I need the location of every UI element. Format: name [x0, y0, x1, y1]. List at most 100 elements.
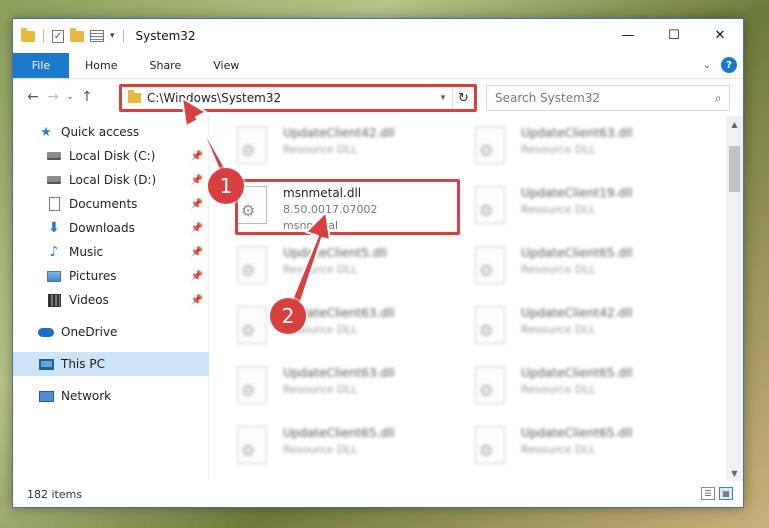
file-name: UpdateClient65.dll	[521, 246, 633, 260]
sidebar-item-local-disk-c[interactable]: Local Disk (C:) 📌	[13, 144, 209, 168]
pin-icon[interactable]: 📌	[191, 199, 203, 210]
star-icon: ★	[40, 124, 52, 140]
file-tile[interactable]: UpdateClient65.dll Resource DLL	[461, 420, 687, 472]
dll-file-icon	[475, 306, 505, 344]
file-name: UpdateClient42.dll	[283, 126, 395, 140]
dll-file-icon	[475, 126, 505, 164]
tab-share[interactable]: Share	[133, 53, 197, 78]
tiles-view-icon[interactable]: ▦	[719, 487, 733, 500]
navigation-pane: ★ Quick access Local Disk (C:) 📌 Local D…	[13, 116, 209, 481]
pin-icon[interactable]: 📌	[191, 247, 203, 258]
content-area: ★ Quick access Local Disk (C:) 📌 Local D…	[13, 116, 743, 481]
quick-access-toolbar: ✓ ▾	[21, 27, 126, 43]
up-button[interactable]: ↑	[77, 89, 97, 105]
file-tile[interactable]: UpdateClient42.dll Resource DLL	[461, 300, 687, 352]
file-tile[interactable]: UpdateClient65.dll Resource DLL	[461, 360, 687, 412]
expand-ribbon-chevron-icon[interactable]: ⌄	[703, 60, 711, 71]
file-tile[interactable]: UpdateClient63.dll Resource DLL	[461, 120, 687, 172]
explorer-window: ✓ ▾ System32 — ☐ ✕ File Home Share View …	[12, 18, 744, 508]
back-button[interactable]: ←	[23, 89, 43, 105]
properties-icon[interactable]	[90, 30, 104, 42]
file-name: UpdateClient42.dll	[521, 306, 633, 320]
file-tile[interactable]: UpdateClient63.dll Resource DLL	[223, 360, 449, 412]
dll-file-icon	[475, 246, 505, 284]
toolbar-divider	[43, 29, 44, 43]
navigation-bar: ← → ⌄ ↑ C:\Windows\System32 ▾ ↻ Search S…	[13, 79, 743, 115]
file-name: UpdateClient63.dll	[283, 366, 395, 380]
details-view-icon[interactable]: ☰	[701, 487, 715, 500]
file-type: Resource DLL	[521, 383, 596, 396]
sidebar-item-downloads[interactable]: ⬇ Downloads 📌	[13, 216, 209, 240]
file-name: UpdateClient65.dll	[521, 366, 633, 380]
status-bar: 182 items ☰ ▦	[13, 481, 743, 507]
title-bar: ✓ ▾ System32 — ☐ ✕	[13, 19, 743, 53]
scroll-thumb[interactable]	[729, 146, 740, 192]
item-count: 182 items	[27, 487, 83, 501]
pin-icon[interactable]: 📌	[191, 223, 203, 234]
file-type: Resource DLL	[521, 143, 596, 156]
customize-toolbar-icon[interactable]: ▾	[110, 31, 115, 41]
dll-file-icon	[237, 366, 267, 404]
sidebar-item-documents[interactable]: Documents 📌	[13, 192, 209, 216]
cloud-icon	[37, 324, 55, 340]
sidebar-item-videos[interactable]: Videos 📌	[13, 288, 209, 312]
pin-icon[interactable]: 📌	[191, 295, 203, 306]
file-name: UpdateClient5.dll	[283, 246, 387, 260]
disk-icon	[45, 148, 63, 164]
sidebar-item-label: Documents	[69, 197, 138, 211]
file-tile[interactable]: UpdateClient63.dll Resource DLL	[223, 300, 449, 352]
close-button[interactable]: ✕	[697, 19, 743, 51]
file-list: UpdateClient42.dll Resource DLL msnmetal…	[223, 116, 726, 481]
videos-icon	[45, 292, 63, 308]
tab-home[interactable]: Home	[69, 53, 133, 78]
file-tile[interactable]: UpdateClient42.dll Resource DLL	[223, 120, 449, 172]
file-type: Resource DLL	[521, 443, 596, 456]
sidebar-item-music[interactable]: ♪ Music 📌	[13, 240, 209, 264]
vertical-scrollbar[interactable]: ▲ ▼	[726, 116, 743, 481]
file-tile[interactable]: UpdateClient65.dll Resource DLL	[461, 240, 687, 292]
sidebar-item-label: Quick access	[61, 125, 140, 139]
minimize-button[interactable]: —	[605, 19, 651, 51]
sidebar-item-onedrive[interactable]: OneDrive	[13, 320, 209, 344]
dll-file-icon	[475, 426, 505, 464]
recent-locations-button[interactable]: ⌄	[63, 92, 77, 102]
sidebar-item-label: Music	[69, 245, 104, 259]
scroll-down-icon[interactable]: ▼	[726, 465, 743, 481]
pin-icon[interactable]: 📌	[191, 175, 203, 186]
search-box[interactable]: Search System32 ⌕	[486, 85, 730, 111]
sidebar-item-label: Downloads	[69, 221, 135, 235]
sidebar-item-quick-access[interactable]: ★ Quick access	[13, 120, 209, 144]
dll-file-icon	[475, 186, 505, 224]
tab-view[interactable]: View	[197, 53, 255, 78]
pin-icon[interactable]: 📌	[191, 271, 203, 282]
pin-icon[interactable]: 📌	[191, 151, 203, 162]
forward-button[interactable]: →	[43, 89, 63, 105]
window-controls: — ☐ ✕	[605, 19, 743, 51]
dll-file-icon	[475, 366, 505, 404]
help-icon[interactable]: ?	[721, 57, 737, 73]
search-input[interactable]: Search System32	[495, 91, 707, 105]
maximize-button[interactable]: ☐	[651, 19, 697, 51]
sidebar-item-local-disk-d[interactable]: Local Disk (D:) 📌	[13, 168, 209, 192]
sidebar-item-network[interactable]: Network	[13, 384, 209, 408]
sidebar-item-label: This PC	[61, 357, 105, 371]
sidebar-item-label: Network	[61, 389, 112, 403]
sidebar-item-this-pc[interactable]: This PC	[13, 352, 209, 376]
file-tile[interactable]: UpdateClient5.dll Resource DLL	[223, 240, 449, 292]
file-tile[interactable]: UpdateClient19.dll Resource DLL	[461, 180, 687, 232]
sidebar-item-label: Pictures	[69, 269, 117, 283]
scroll-up-icon[interactable]: ▲	[726, 116, 743, 132]
computer-icon	[37, 356, 55, 372]
dll-file-icon	[237, 126, 267, 164]
file-tile[interactable]: UpdateClient65.dll Resource DLL	[223, 420, 449, 472]
ribbon-tabs: File Home Share View ⌄ ?	[13, 53, 743, 79]
properties-check-icon[interactable]: ✓	[52, 29, 64, 43]
file-type: Resource DLL	[521, 203, 596, 216]
network-icon	[37, 388, 55, 404]
new-folder-icon[interactable]	[70, 27, 84, 42]
file-name: UpdateClient65.dll	[521, 426, 633, 440]
window-title: System32	[135, 29, 196, 43]
tab-file[interactable]: File	[13, 53, 69, 78]
sidebar-item-pictures[interactable]: Pictures 📌	[13, 264, 209, 288]
search-icon[interactable]: ⌕	[707, 91, 729, 106]
